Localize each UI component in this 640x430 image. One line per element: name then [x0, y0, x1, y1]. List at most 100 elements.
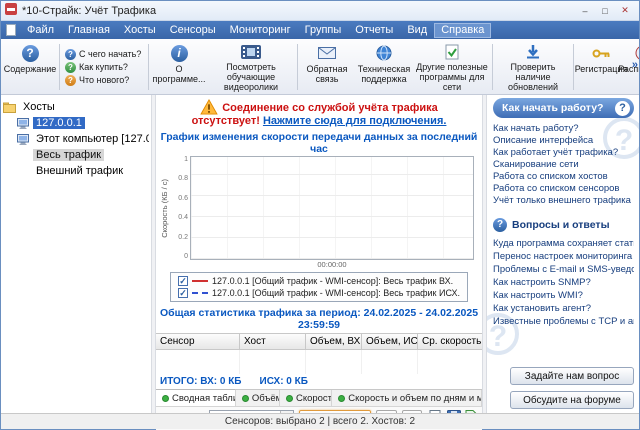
- warning-icon: [200, 99, 218, 115]
- question-icon: [65, 62, 76, 73]
- whats-new-label: Что нового?: [79, 75, 129, 85]
- feedback-button[interactable]: Обратная связь: [300, 41, 354, 93]
- column-header-avg-speed-in[interactable]: Ср. скорость, ВХ: [418, 334, 482, 350]
- y-tick: 1: [170, 156, 188, 163]
- help-link[interactable]: Известные проблемы с TCP и агентом: [493, 315, 634, 328]
- stats-table-body[interactable]: [156, 350, 482, 374]
- feedback-label: Обратная связь: [301, 64, 353, 84]
- help-link[interactable]: Описание интерфейса: [493, 135, 634, 147]
- statusbar: Сенсоров: выбрано 2 | всего 2. Хостов: 2: [1, 413, 639, 429]
- tree-item-label: Весь трафик: [33, 149, 104, 161]
- contents-button[interactable]: Содержание: [3, 41, 57, 93]
- getting-started-header[interactable]: Как начать работу?: [493, 98, 634, 118]
- about-label: О программе...: [152, 64, 206, 84]
- info-circle-icon: [171, 45, 188, 62]
- series-line-sample: [192, 280, 208, 282]
- videos-button[interactable]: Посмотреть обучающие видеоролики: [207, 41, 295, 93]
- check-updates-button[interactable]: Проверить наличие обновлений: [495, 41, 571, 93]
- tree-item-this-computer[interactable]: Этот компьютер [127.0.0.1]: [3, 131, 149, 147]
- help-link[interactable]: Как работает учёт трафика?: [493, 147, 634, 159]
- legend-label: 127.0.0.1 [Общий трафик - WMI-сенсор]: В…: [212, 276, 453, 286]
- series-line-sample: [192, 292, 208, 294]
- column-header-volume-in[interactable]: Объем, ВХ.: [306, 334, 362, 350]
- faq-header: Вопросы и ответы: [493, 218, 634, 232]
- menu-help[interactable]: Справка: [434, 23, 491, 38]
- tab-volume[interactable]: Объём: [236, 390, 280, 406]
- help-link[interactable]: Как настроить SNMP?: [493, 276, 634, 289]
- y-tick: 0.4: [170, 214, 188, 221]
- maximize-button[interactable]: [595, 3, 615, 18]
- help-link[interactable]: Куда программа сохраняет статистику: [493, 237, 634, 250]
- menu-groups[interactable]: Группы: [298, 23, 349, 38]
- other-tools-label: Другие полезные программы для сети: [415, 62, 489, 92]
- legend-label: 127.0.0.1 [Общий трафик - WMI-сенсор]: В…: [212, 288, 460, 298]
- column-header-sensor[interactable]: Сенсор: [156, 334, 240, 350]
- connect-link[interactable]: Нажмите сюда для подключения.: [263, 115, 446, 127]
- how-to-buy-button[interactable]: Как купить?: [65, 62, 143, 73]
- document-icon[interactable]: [6, 24, 16, 36]
- help-link[interactable]: Работа со списком хостов: [493, 171, 634, 183]
- getting-started-label: С чего начать?: [79, 49, 141, 59]
- help-link[interactable]: Проблемы с E-mail и SMS-уведомлениями: [493, 263, 634, 276]
- key-icon: [592, 44, 610, 62]
- help-link[interactable]: Как настроить WMI?: [493, 289, 634, 302]
- help-link[interactable]: Перенос настроек мониторинга на другой П…: [493, 250, 634, 263]
- series-checkbox[interactable]: [178, 288, 188, 298]
- check-updates-label: Проверить наличие обновлений: [496, 62, 570, 92]
- help-link[interactable]: Учёт только внешнего трафика: [493, 195, 634, 207]
- menu-reports[interactable]: Отчеты: [348, 23, 400, 38]
- tab-label: Скорость и объем по дням и месяцам: [348, 393, 482, 404]
- other-tools-button[interactable]: Другие полезные программы для сети: [414, 41, 490, 93]
- help-link[interactable]: Как начать работу?: [493, 123, 634, 135]
- support-button[interactable]: Техническая поддержка: [354, 41, 414, 93]
- content-panel: Соединение со службой учёта трафика отсу…: [156, 95, 482, 413]
- help-link[interactable]: Сканирование сети: [493, 159, 634, 171]
- support-label: Техническая поддержка: [355, 64, 413, 84]
- getting-started-button[interactable]: С чего начать?: [65, 49, 143, 60]
- app-icon: [5, 3, 17, 18]
- minimize-button[interactable]: [575, 3, 595, 18]
- connection-alert[interactable]: Соединение со службой учёта трафика отсу…: [156, 95, 482, 129]
- ask-question-button[interactable]: Задайте нам вопрос: [510, 367, 634, 385]
- whats-new-button[interactable]: Что нового?: [65, 75, 143, 86]
- total-in: ИТОГО: ВХ: 0 КБ: [160, 376, 242, 387]
- question-circle-icon: [493, 218, 507, 232]
- y-tick: 0.6: [170, 195, 188, 202]
- about-button[interactable]: О программе...: [151, 41, 207, 93]
- help-links-group: С чего начать? Как купить? Что нового?: [62, 41, 146, 93]
- menu-view[interactable]: Вид: [400, 23, 434, 38]
- menu-file[interactable]: Файл: [20, 23, 61, 38]
- totals-row: ИТОГО: ВХ: 0 КБ ИСХ: 0 КБ: [156, 374, 482, 389]
- menu-hosts[interactable]: Хосты: [117, 23, 163, 38]
- tree-item-all-traffic[interactable]: Весь трафик: [3, 147, 149, 163]
- column-header-host[interactable]: Хост: [240, 334, 306, 350]
- menu-monitoring[interactable]: Мониторинг: [223, 23, 298, 38]
- hosts-tree: Хосты 127.0.0.1 Этот компьютер [127.0.0.…: [1, 95, 151, 413]
- contents-label: Содержание: [4, 64, 57, 74]
- menu-sensors[interactable]: Сенсоры: [163, 23, 223, 38]
- menu-home[interactable]: Главная: [61, 23, 117, 38]
- toolbar-separator: [148, 44, 149, 90]
- close-button[interactable]: [615, 3, 635, 18]
- toolbar-separator: [59, 44, 60, 90]
- tab-speed-volume-by-days[interactable]: Скорость и объем по дням и месяцам: [332, 390, 482, 406]
- green-dot-icon: [162, 395, 169, 402]
- help-link[interactable]: Работа со списком сенсоров: [493, 183, 634, 195]
- app-window: *10-Страйк: Учёт Трафика Файл Главная Хо…: [0, 0, 640, 430]
- tab-speed[interactable]: Скорость: [280, 390, 332, 406]
- column-header-volume-out[interactable]: Объем, ИСХ.: [362, 334, 418, 350]
- tree-item-label: Внешний трафик: [33, 165, 126, 177]
- tab-summary-table[interactable]: Сводная таблица: [156, 389, 236, 406]
- tree-item-hosts-root[interactable]: Хосты: [3, 99, 149, 115]
- tree-item-external-traffic[interactable]: Внешний трафик: [3, 163, 149, 179]
- toolbar: Содержание С чего начать? Как купить? Чт…: [1, 39, 639, 95]
- forum-button[interactable]: Обсудите на форуме: [510, 391, 634, 409]
- tree-item-host[interactable]: 127.0.0.1: [3, 115, 149, 131]
- toolbar-overflow-chevron-icon[interactable]: [632, 59, 638, 71]
- green-dot-icon: [242, 395, 249, 402]
- green-dot-icon: [286, 395, 293, 402]
- series-checkbox[interactable]: [178, 276, 188, 286]
- help-link[interactable]: Как установить агент?: [493, 302, 634, 315]
- total-out: ИСХ: 0 КБ: [260, 376, 308, 387]
- status-text: Сенсоров: выбрано 2 | всего 2. Хостов: 2: [225, 416, 415, 427]
